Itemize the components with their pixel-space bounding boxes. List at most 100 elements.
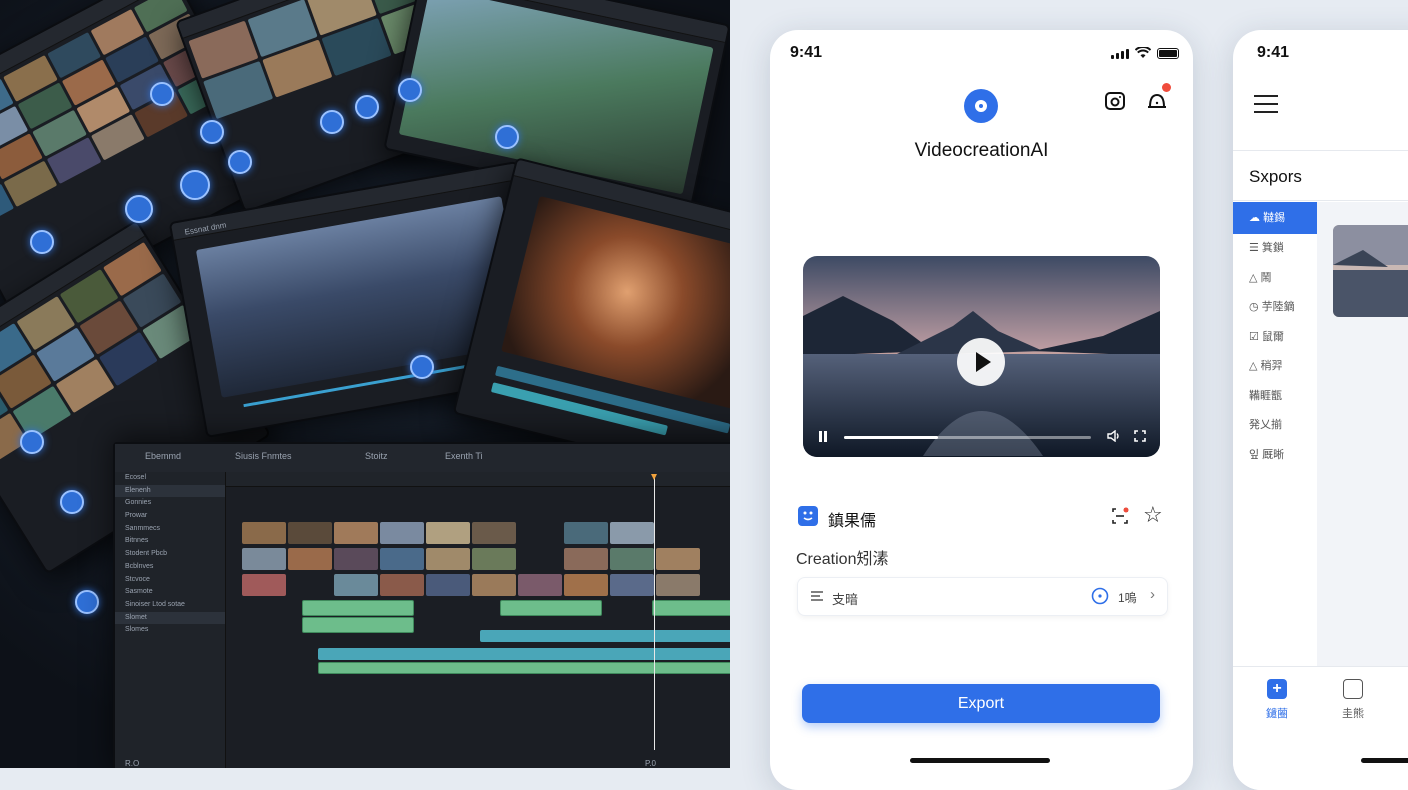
nav-item-label: 잎 厩晰: [1249, 448, 1285, 461]
sidebar-item: Sinoiser Ltod sotae: [125, 600, 185, 608]
editor-header-label: Stoitz: [365, 451, 388, 461]
tab-secondary[interactable]: 圭熊: [1333, 679, 1373, 721]
tab-bar: + 鑓蔨 圭熊: [1233, 666, 1408, 790]
sidebar-item: Bcblnves: [125, 562, 154, 570]
sidebar-item: Sasmote: [125, 588, 153, 596]
settings-list-icon: [811, 591, 823, 601]
favorite-star-icon[interactable]: ☆: [1143, 504, 1163, 526]
share-icon[interactable]: [1110, 506, 1130, 526]
wifi-icon: [1135, 47, 1151, 58]
video-track: [242, 548, 700, 570]
tab-label: 鑓蔨: [1266, 708, 1288, 720]
project-title: 鎮果儒: [828, 513, 877, 530]
sidebar-item: Gonnies: [125, 499, 152, 507]
volume-icon[interactable]: [1107, 430, 1121, 442]
app-logo-icon: [964, 89, 998, 123]
chevron-right-icon: ›: [1150, 586, 1155, 603]
setting-value: 1嗚: [1118, 591, 1137, 605]
sidebar-item: Stodent Pbcb: [125, 550, 168, 558]
timeline-editor: Ebemmd Siusis Fnmtes Stoitz Exenth Ti Ec…: [113, 442, 730, 768]
tab-create[interactable]: + 鑓蔨: [1257, 679, 1297, 721]
footer-right-label: P.0: [645, 759, 656, 768]
nav-item[interactable]: ☁ 韃錫: [1233, 202, 1317, 234]
list-icon: ☰: [1249, 242, 1262, 254]
creation-subtitle: Creation矧溸: [796, 551, 889, 568]
bell-icon: △: [1249, 360, 1261, 372]
video-progress-fill: [844, 436, 938, 439]
camera-icon[interactable]: [1104, 90, 1126, 112]
sidebar-item: Bitnnes: [125, 537, 149, 545]
home-indicator: [1361, 758, 1408, 763]
floating-app-icon: [125, 195, 153, 223]
floating-app-icon: [30, 230, 54, 254]
nav-item-label: 鬧: [1260, 271, 1272, 284]
nav-item-label: 鼠爾: [1261, 330, 1284, 343]
main-phone-screen: 9:41 VideocreationAI 鎮果儒 ☆ Creation矧溸 支暗…: [770, 30, 1193, 790]
preview-window-label: Essnat dnm: [183, 220, 228, 237]
cloud-icon: ☁: [1249, 212, 1264, 224]
floating-app-icon: [20, 430, 44, 454]
audio-track: [318, 648, 730, 660]
notification-badge: [1162, 83, 1171, 92]
video-thumbnail[interactable]: [1333, 225, 1408, 317]
nav-item-label: 鞴睚甑: [1249, 389, 1282, 402]
editing-collage-image: Essnat dnm Ebemmd Siusis Fnmtes Stoitz E…: [0, 0, 730, 768]
export-button[interactable]: Export: [802, 684, 1160, 723]
nav-item[interactable]: ☑ 鼠爾: [1233, 323, 1317, 353]
timer-icon: [1091, 587, 1109, 605]
editor-footer: R.O P.0: [115, 752, 730, 768]
battery-icon: [1157, 48, 1179, 59]
floating-app-icon: [150, 82, 174, 106]
sidebar-item: Stcvoce: [125, 575, 150, 583]
nav-item[interactable]: △ 鬧: [1233, 264, 1317, 294]
nav-item[interactable]: △ 稍羿: [1233, 352, 1317, 382]
floating-app-icon: [398, 78, 422, 102]
clock-icon: ◷: [1249, 301, 1262, 313]
timeline-tracks: [226, 472, 730, 768]
nav-item[interactable]: 잎 厩晰: [1233, 441, 1317, 471]
floating-app-icon: [180, 170, 210, 200]
notification-bell-icon[interactable]: [1146, 90, 1168, 112]
tab-label: 圭熊: [1342, 708, 1364, 720]
audio-track: [302, 600, 414, 616]
app-title: VideocreationAI: [914, 140, 1049, 161]
floating-app-icon: [75, 590, 99, 614]
nav-item[interactable]: 鞴睚甑: [1233, 382, 1317, 412]
status-time: 9:41: [1257, 44, 1290, 61]
editor-sidebar: Ecosel Elenenh Gonnies Prowar Sanmmecs B…: [115, 472, 226, 768]
nav-item[interactable]: ☰ 箕鎖: [1233, 234, 1317, 264]
side-phone-screen: 9:41 Sxpors ☁ 韃錫 ☰ 箕鎖 △ 鬧 ◷ 芋陸鏑 ☑ 鼠爾 △ 稍…: [1233, 30, 1408, 790]
video-progress-bar[interactable]: [844, 436, 1091, 439]
divider: [1233, 200, 1408, 201]
floating-app-icon: [200, 120, 224, 144]
bell-icon: △: [1249, 271, 1261, 284]
floating-app-icon: [410, 355, 434, 379]
nav-item[interactable]: 発乂揃: [1233, 411, 1317, 441]
nav-item[interactable]: ◷ 芋陸鏑: [1233, 293, 1317, 323]
divider: [1233, 150, 1408, 151]
hamburger-menu-icon[interactable]: [1254, 95, 1278, 113]
sidebar-item: Slomet: [115, 611, 225, 625]
setting-row[interactable]: 支暗 1嗚 ›: [797, 577, 1168, 616]
floating-app-icon: [355, 95, 379, 119]
status-time: 9:41: [790, 44, 823, 61]
sidebar-item: Prowar: [125, 512, 148, 520]
pause-icon[interactable]: [818, 431, 828, 442]
sidebar-item: Ecosel: [125, 474, 147, 481]
sidebar-item: Sanmmecs: [125, 524, 161, 532]
floating-app-icon: [320, 110, 344, 134]
nav-item-label: 芋陸鏑: [1261, 301, 1295, 313]
footer-left-label: R.O: [125, 759, 140, 768]
setting-label: 支暗: [832, 592, 859, 607]
editor-header-label: Exenth Ti: [445, 451, 483, 461]
video-player[interactable]: [803, 256, 1160, 457]
editor-header: Ebemmd Siusis Fnmtes Stoitz Exenth Ti: [115, 444, 730, 473]
video-track: [242, 574, 700, 596]
side-nav: ☁ 韃錫 ☰ 箕鎖 △ 鬧 ◷ 芋陸鏑 ☑ 鼠爾 △ 稍羿 鞴睚甑 発乂揃 잎 …: [1233, 202, 1317, 470]
fullscreen-icon[interactable]: [1133, 430, 1147, 442]
play-button[interactable]: [957, 338, 1005, 386]
status-icons: [1111, 47, 1179, 59]
floating-app-icon: [60, 490, 84, 514]
floating-app-icon: [495, 125, 519, 149]
audio-track: [500, 600, 602, 616]
